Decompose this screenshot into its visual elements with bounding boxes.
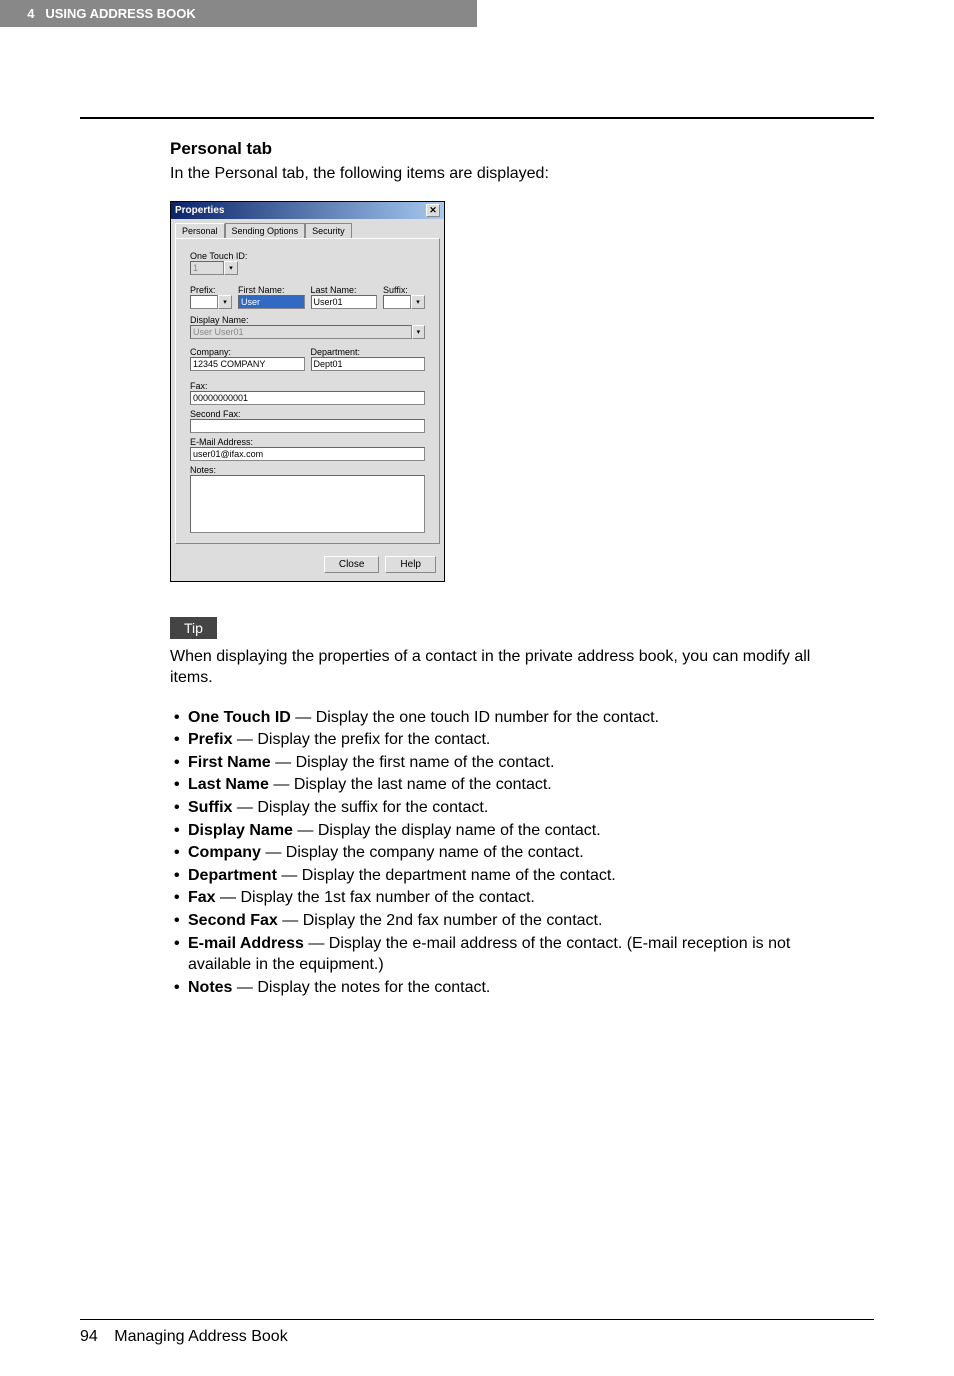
list-item: Prefix — Display the prefix for the cont… <box>170 729 854 751</box>
dialog-titlebar: Properties ✕ <box>171 202 444 219</box>
fax-field[interactable] <box>190 391 425 405</box>
tab-sending-options[interactable]: Sending Options <box>225 223 306 238</box>
prefix-label: Prefix: <box>190 285 232 295</box>
tab-personal[interactable]: Personal <box>175 223 225 238</box>
term: Fax <box>188 889 216 906</box>
desc: — Display the prefix for the contact. <box>232 731 490 748</box>
first-name-label: First Name: <box>238 285 305 295</box>
list-item: Display Name — Display the display name … <box>170 820 854 842</box>
term: Display Name <box>188 822 293 839</box>
term: Last Name <box>188 776 269 793</box>
term: Notes <box>188 979 232 996</box>
desc: — Display the department name of the con… <box>277 867 616 884</box>
term: Second Fax <box>188 912 278 929</box>
one-touch-id-field[interactable] <box>190 261 224 275</box>
desc: — Display the 1st fax number of the cont… <box>216 889 535 906</box>
chevron-down-icon[interactable]: ▾ <box>224 261 238 275</box>
tab-security[interactable]: Security <box>305 223 352 238</box>
second-fax-label: Second Fax: <box>190 409 425 419</box>
top-divider <box>80 117 874 119</box>
notes-field[interactable] <box>190 475 425 533</box>
suffix-field[interactable] <box>383 295 411 309</box>
list-item: One Touch ID — Display the one touch ID … <box>170 707 854 729</box>
term: Suffix <box>188 799 232 816</box>
footer-divider <box>80 1319 874 1320</box>
section-title: Personal tab <box>170 139 854 159</box>
desc: — Display the first name of the contact. <box>271 754 555 771</box>
page-number: 94 <box>80 1328 98 1345</box>
email-field[interactable] <box>190 447 425 461</box>
list-item: Fax — Display the 1st fax number of the … <box>170 887 854 909</box>
last-name-label: Last Name: <box>311 285 378 295</box>
list-item: Department — Display the department name… <box>170 865 854 887</box>
company-label: Company: <box>190 347 305 357</box>
list-item: Second Fax — Display the 2nd fax number … <box>170 910 854 932</box>
second-fax-field[interactable] <box>190 419 425 433</box>
tip-text: When displaying the properties of a cont… <box>170 647 854 689</box>
chevron-down-icon[interactable]: ▾ <box>411 295 425 309</box>
desc: — Display the last name of the contact. <box>269 776 552 793</box>
desc: — Display the suffix for the contact. <box>232 799 488 816</box>
desc: — Display the notes for the contact. <box>232 979 490 996</box>
term: Department <box>188 867 277 884</box>
term: First Name <box>188 754 271 771</box>
company-field[interactable] <box>190 357 305 371</box>
tab-panel-personal: One Touch ID: ▾ Prefix: ▾ First Name: <box>175 238 440 544</box>
list-item: Company — Display the company name of th… <box>170 842 854 864</box>
term: E-mail Address <box>188 935 304 952</box>
field-description-list: One Touch ID — Display the one touch ID … <box>170 707 854 999</box>
close-button[interactable]: Close <box>324 556 380 573</box>
department-label: Department: <box>311 347 426 357</box>
last-name-field[interactable] <box>311 295 378 309</box>
list-item: Last Name — Display the last name of the… <box>170 774 854 796</box>
email-label: E-Mail Address: <box>190 437 425 447</box>
tabs-row: Personal Sending Options Security <box>171 219 444 238</box>
chapter-num: 4 <box>27 6 34 21</box>
list-item: E-mail Address — Display the e-mail addr… <box>170 933 854 976</box>
list-item: First Name — Display the first name of t… <box>170 752 854 774</box>
first-name-field[interactable] <box>238 295 305 309</box>
prefix-field[interactable] <box>190 295 218 309</box>
term: Company <box>188 844 261 861</box>
chevron-down-icon[interactable]: ▾ <box>412 325 425 339</box>
term: Prefix <box>188 731 232 748</box>
tip-badge: Tip <box>170 617 217 639</box>
desc: — Display the company name of the contac… <box>261 844 584 861</box>
properties-dialog: Properties ✕ Personal Sending Options Se… <box>170 201 445 582</box>
desc: — Display the display name of the contac… <box>293 822 601 839</box>
notes-label: Notes: <box>190 465 425 475</box>
chapter-title: USING ADDRESS BOOK <box>45 6 195 21</box>
list-item: Suffix — Display the suffix for the cont… <box>170 797 854 819</box>
department-field[interactable] <box>311 357 426 371</box>
fax-label: Fax: <box>190 381 425 391</box>
desc: — Display the 2nd fax number of the cont… <box>278 912 603 929</box>
chevron-down-icon[interactable]: ▾ <box>218 295 232 309</box>
display-name-field[interactable] <box>190 325 412 339</box>
desc: — Display the one touch ID number for th… <box>291 709 659 726</box>
suffix-label: Suffix: <box>383 285 425 295</box>
dialog-title: Properties <box>175 205 224 216</box>
list-item: Notes — Display the notes for the contac… <box>170 977 854 999</box>
term: One Touch ID <box>188 709 291 726</box>
section-intro: In the Personal tab, the following items… <box>170 165 854 183</box>
close-icon[interactable]: ✕ <box>426 204 440 217</box>
footer-title: Managing Address Book <box>114 1328 287 1345</box>
one-touch-id-label: One Touch ID: <box>190 251 425 261</box>
display-name-label: Display Name: <box>190 315 425 325</box>
dialog-button-row: Close Help <box>171 548 444 581</box>
help-button[interactable]: Help <box>385 556 436 573</box>
page-header: 4 USING ADDRESS BOOK <box>0 0 477 27</box>
